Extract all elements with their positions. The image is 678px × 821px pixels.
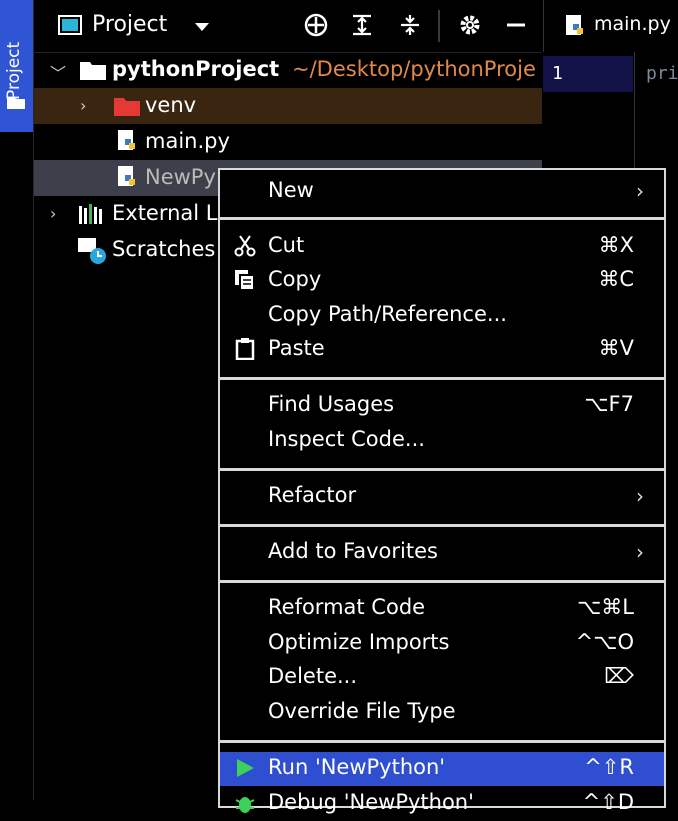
menu-item-label: Delete... [268,664,358,688]
run-icon [237,759,254,777]
context-menu: New › Cut ⌘X Copy ⌘C Copy Path/Reference… [218,168,666,814]
project-tool-tab[interactable]: Project [0,0,33,132]
menu-separator [220,468,664,471]
code-line: pri [646,63,678,84]
menu-item-override-file-type[interactable]: Override File Type [220,696,664,730]
menu-item-label: Reformat Code [268,595,426,619]
menu-item-label: Cut [268,233,305,257]
chevron-right-icon[interactable]: › [80,96,86,115]
menu-item-label: New [268,178,314,202]
copy-icon [235,270,255,291]
menu-shortcut: ^⌥O [575,630,634,654]
menu-item-label: Find Usages [268,392,395,416]
scratches-name: Scratches [112,237,216,261]
menu-item-label: Paste [268,336,325,360]
library-icon [79,204,102,224]
menu-item-label: Refactor [268,483,357,507]
python-file-icon [118,166,135,186]
root-folder-path: ~/Desktop/pythonProje [292,57,536,81]
menu-item-label: Copy [268,267,322,291]
menu-shortcut: ⌘C [598,267,634,291]
menu-item-add-to-favorites[interactable]: Add to Favorites › [220,536,664,570]
clipboard-icon [235,338,255,360]
menu-separator [220,740,664,743]
editor-tab-bar: main.py [543,0,678,52]
menu-item-find-usages[interactable]: Find Usages ⌥F7 [220,389,664,423]
python-file-icon [118,130,135,150]
scissors-icon [234,235,256,257]
chevron-down-icon[interactable] [194,22,210,32]
external-libraries-name: External L [112,201,218,225]
tool-window-strip: Project [0,0,34,800]
expand-all-icon[interactable] [350,13,374,37]
chevron-right-icon: › [636,179,644,203]
menu-item-cut[interactable]: Cut ⌘X [220,230,664,264]
locate-icon[interactable] [304,13,328,37]
menu-shortcut: ⌥⌘L [577,595,634,619]
main-file-name: main.py [145,129,230,153]
collapse-all-icon[interactable] [398,13,422,37]
menu-item-label: Add to Favorites [268,539,438,563]
root-folder-name: pythonProject [112,57,280,81]
menu-item-paste[interactable]: Paste ⌘V [220,333,664,367]
menu-item-optimize-imports[interactable]: Optimize Imports ^⌥O [220,627,664,661]
delete-key-icon: ⌦ [604,664,634,688]
menu-item-label: Override File Type [268,699,456,723]
chevron-right-icon[interactable]: › [50,204,56,223]
menu-shortcut: ^⇧D [582,790,634,814]
menu-shortcut: ⌘X [598,233,634,257]
menu-shortcut: ^⇧R [584,755,634,779]
chevron-down-icon[interactable]: ﹀ [50,60,66,84]
venv-folder-name: venv [145,93,197,117]
newpython-file-name: NewPy [145,165,216,189]
chevron-right-icon: › [636,484,644,508]
menu-item-label: Run 'NewPython' [268,755,446,779]
project-header: Project [34,0,542,53]
toolbar-divider [438,10,440,42]
menu-item-refactor[interactable]: Refactor › [220,480,664,514]
menu-item-delete[interactable]: Delete... ⌦ [220,661,664,695]
menu-item-label: Inspect Code... [268,427,425,451]
project-tool-tab-label: Project [4,41,24,100]
menu-item-label: Copy Path/Reference... [268,302,507,326]
project-view-title[interactable]: Project [92,12,167,37]
menu-separator [220,524,664,527]
scratches-icon [78,238,106,264]
menu-item-label: Debug 'NewPython' [268,790,474,814]
tree-row-main[interactable]: main.py [34,124,542,160]
menu-item-label: Optimize Imports [268,630,450,654]
menu-separator [220,217,664,220]
menu-shortcut: ⌥F7 [584,392,634,416]
tree-row-venv[interactable]: › venv [34,88,542,124]
menu-separator [220,580,664,583]
minimize-icon[interactable] [504,13,528,37]
tree-row-root[interactable]: ﹀ pythonProject ~/Desktop/pythonProje [34,52,542,88]
menu-item-new[interactable]: New › [220,175,664,209]
project-view-icon [58,15,82,35]
menu-item-copy-path[interactable]: Copy Path/Reference... [220,299,664,333]
menu-item-copy[interactable]: Copy ⌘C [220,264,664,298]
line-gutter-current: 1 [543,56,633,92]
folder-icon [80,62,106,80]
menu-shortcut: ⌘V [598,336,634,360]
python-file-icon [566,15,583,35]
chevron-right-icon: › [636,540,644,564]
line-number: 1 [552,63,563,84]
menu-separator [220,377,664,380]
menu-item-debug[interactable]: Debug 'NewPython' ^⇧D [220,787,664,821]
editor-tab-main[interactable]: main.py [594,13,671,35]
gear-icon[interactable] [458,13,482,37]
menu-item-inspect-code[interactable]: Inspect Code... [220,424,664,458]
menu-item-reformat-code[interactable]: Reformat Code ⌥⌘L [220,592,664,626]
bug-icon [235,797,255,813]
menu-item-run[interactable]: Run 'NewPython' ^⇧R [220,752,664,786]
folder-icon [114,98,140,116]
